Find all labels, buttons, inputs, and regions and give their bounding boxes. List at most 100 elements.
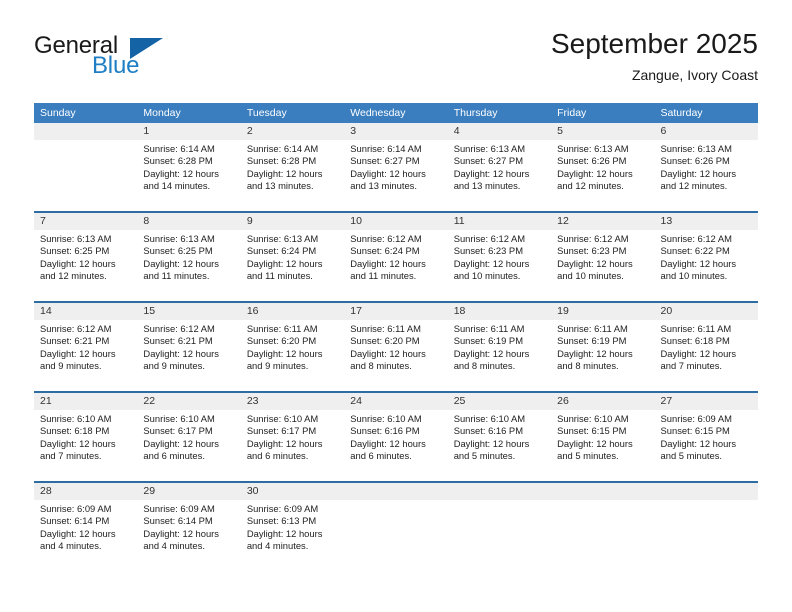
day-info-line: and 13 minutes. <box>246 180 314 192</box>
day-number[interactable]: 19 <box>551 303 654 320</box>
day-cell[interactable]: Sunrise: 6:13 AM Sunset: 6:25 PM Daylight:… <box>137 230 240 301</box>
day-number[interactable]: 18 <box>448 303 551 320</box>
day-info-line: Daylight: 12 hours <box>143 437 219 449</box>
day-info-line: and 5 minutes. <box>660 450 723 462</box>
day-number[interactable]: 1 <box>137 123 240 140</box>
day-number[interactable]: 27 <box>655 393 758 410</box>
day-number[interactable]: 6 <box>655 123 758 140</box>
day-cell[interactable]: Sunrise: 6:09 AM Sunset: 6:14 PM Daylight:… <box>137 500 240 571</box>
brand-name-blue: Blue <box>92 52 140 79</box>
day-number[interactable]: 23 <box>241 393 344 410</box>
day-info-line: Sunrise: 6:12 AM <box>40 323 112 334</box>
day-number[interactable]: 3 <box>344 123 447 140</box>
day-number[interactable]: 15 <box>137 303 240 320</box>
day-cell[interactable]: Sunrise: 6:14 AM Sunset: 6:27 PM Daylight:… <box>344 140 447 211</box>
general-blue-logo[interactable]: General Blue <box>34 28 254 90</box>
day-cell[interactable]: Sunrise: 6:11 AM Sunset: 6:18 PM Daylight:… <box>655 320 758 391</box>
day-cell[interactable]: Sunrise: 6:11 AM Sunset: 6:20 PM Daylight:… <box>241 320 344 391</box>
day-info-line: Sunset: 6:18 PM <box>40 425 110 437</box>
day-info-line: Daylight: 12 hours <box>246 527 323 539</box>
day-info-line: Sunrise: 6:13 AM <box>557 143 629 154</box>
day-info-line: Sunrise: 6:12 AM <box>453 233 526 244</box>
day-cell[interactable]: Sunrise: 6:13 AM Sunset: 6:27 PM Daylight:… <box>448 140 551 211</box>
day-info-line: Sunset: 6:16 PM <box>350 425 420 437</box>
day-number-empty <box>448 483 551 500</box>
day-cell-empty <box>655 500 758 571</box>
day-cell[interactable]: Sunrise: 6:10 AM Sunset: 6:16 PM Daylight:… <box>448 410 551 481</box>
day-cell[interactable]: Sunrise: 6:10 AM Sunset: 6:17 PM Daylight:… <box>137 410 240 481</box>
day-info-line: Daylight: 12 hours <box>350 347 426 359</box>
day-number[interactable]: 5 <box>551 123 654 140</box>
day-cell[interactable]: Sunrise: 6:09 AM Sunset: 6:13 PM Daylight:… <box>241 500 344 571</box>
day-info-line: Daylight: 12 hours <box>557 437 633 449</box>
day-cell[interactable]: Sunrise: 6:12 AM Sunset: 6:21 PM Daylight:… <box>34 320 137 391</box>
day-info-line: and 6 minutes. <box>143 450 205 462</box>
day-cell[interactable]: Sunrise: 6:13 AM Sunset: 6:26 PM Daylight:… <box>655 140 758 211</box>
day-number[interactable]: 25 <box>448 393 551 410</box>
day-info-line: Sunset: 6:27 PM <box>350 155 420 167</box>
day-info-line: Sunset: 6:25 PM <box>143 245 213 257</box>
day-number[interactable]: 16 <box>241 303 344 320</box>
day-info-line: Sunset: 6:28 PM <box>143 155 213 167</box>
day-info-line: and 13 minutes. <box>453 180 521 192</box>
day-number[interactable]: 12 <box>551 213 654 230</box>
day-number[interactable]: 2 <box>241 123 344 140</box>
day-number[interactable]: 7 <box>34 213 137 230</box>
day-cell[interactable]: Sunrise: 6:10 AM Sunset: 6:15 PM Daylight:… <box>551 410 654 481</box>
day-detail-band: Sunrise: 6:10 AM Sunset: 6:18 PM Daylight:… <box>34 410 758 481</box>
day-cell[interactable]: Sunrise: 6:14 AM Sunset: 6:28 PM Daylight:… <box>137 140 240 211</box>
day-info-line: and 12 minutes. <box>40 270 107 282</box>
day-cell[interactable]: Sunrise: 6:10 AM Sunset: 6:18 PM Daylight:… <box>34 410 137 481</box>
day-cell[interactable]: Sunrise: 6:11 AM Sunset: 6:20 PM Daylight:… <box>344 320 447 391</box>
day-info-line: Sunset: 6:24 PM <box>350 245 420 257</box>
day-info-line: Sunset: 6:26 PM <box>557 155 627 167</box>
day-cell[interactable]: Sunrise: 6:14 AM Sunset: 6:28 PM Daylight:… <box>241 140 344 211</box>
day-number[interactable]: 9 <box>241 213 344 230</box>
day-number[interactable]: 14 <box>34 303 137 320</box>
day-number[interactable]: 21 <box>34 393 137 410</box>
day-cell[interactable]: Sunrise: 6:13 AM Sunset: 6:26 PM Daylight:… <box>551 140 654 211</box>
day-cell[interactable]: Sunrise: 6:10 AM Sunset: 6:16 PM Daylight:… <box>344 410 447 481</box>
day-info-line: Sunrise: 6:14 AM <box>350 143 422 154</box>
day-number[interactable]: 29 <box>137 483 240 500</box>
day-number[interactable]: 20 <box>655 303 758 320</box>
day-cell[interactable]: Sunrise: 6:12 AM Sunset: 6:24 PM Daylight:… <box>344 230 447 301</box>
day-number[interactable]: 10 <box>344 213 447 230</box>
day-info-line: Sunrise: 6:10 AM <box>453 413 526 424</box>
day-number[interactable]: 24 <box>344 393 447 410</box>
day-number[interactable]: 26 <box>551 393 654 410</box>
day-cell-empty <box>448 500 551 571</box>
day-number[interactable]: 22 <box>137 393 240 410</box>
day-cell[interactable]: Sunrise: 6:12 AM Sunset: 6:21 PM Daylight:… <box>137 320 240 391</box>
day-info-line: and 4 minutes. <box>143 540 205 552</box>
day-number[interactable]: 4 <box>448 123 551 140</box>
day-number[interactable]: 8 <box>137 213 240 230</box>
day-cell[interactable]: Sunrise: 6:09 AM Sunset: 6:14 PM Daylight:… <box>34 500 137 571</box>
day-cell[interactable]: Sunrise: 6:09 AM Sunset: 6:15 PM Daylight:… <box>655 410 758 481</box>
day-cell[interactable]: Sunrise: 6:12 AM Sunset: 6:22 PM Daylight:… <box>655 230 758 301</box>
day-info-line: Sunrise: 6:12 AM <box>143 323 215 334</box>
day-number[interactable]: 30 <box>241 483 344 500</box>
day-info-line: and 4 minutes. <box>246 540 309 552</box>
day-info-line: and 5 minutes. <box>453 450 516 462</box>
day-number[interactable]: 11 <box>448 213 551 230</box>
page-title: September 2025 <box>550 28 758 59</box>
day-number-empty <box>655 483 758 500</box>
day-info-line: Sunrise: 6:13 AM <box>660 143 732 154</box>
day-number[interactable]: 28 <box>34 483 137 500</box>
day-cell[interactable]: Sunrise: 6:12 AM Sunset: 6:23 PM Daylight:… <box>551 230 654 301</box>
day-cell[interactable]: Sunrise: 6:11 AM Sunset: 6:19 PM Daylight:… <box>448 320 551 391</box>
day-info-line: and 12 minutes. <box>660 180 728 192</box>
day-info-line: Daylight: 12 hours <box>246 257 323 269</box>
day-cell[interactable]: Sunrise: 6:10 AM Sunset: 6:17 PM Daylight:… <box>241 410 344 481</box>
day-cell[interactable]: Sunrise: 6:11 AM Sunset: 6:19 PM Daylight:… <box>551 320 654 391</box>
day-number-band: 21 22 23 24 25 26 27 <box>34 393 758 410</box>
day-info-line: Sunset: 6:25 PM <box>40 245 110 257</box>
day-number[interactable]: 13 <box>655 213 758 230</box>
day-cell[interactable]: Sunrise: 6:13 AM Sunset: 6:24 PM Daylight:… <box>241 230 344 301</box>
day-number[interactable]: 17 <box>344 303 447 320</box>
day-cell[interactable]: Sunrise: 6:13 AM Sunset: 6:25 PM Daylight:… <box>34 230 137 301</box>
day-info-line: Sunset: 6:18 PM <box>660 335 730 347</box>
day-info-line: Sunset: 6:27 PM <box>453 155 523 167</box>
day-cell[interactable]: Sunrise: 6:12 AM Sunset: 6:23 PM Daylight:… <box>448 230 551 301</box>
